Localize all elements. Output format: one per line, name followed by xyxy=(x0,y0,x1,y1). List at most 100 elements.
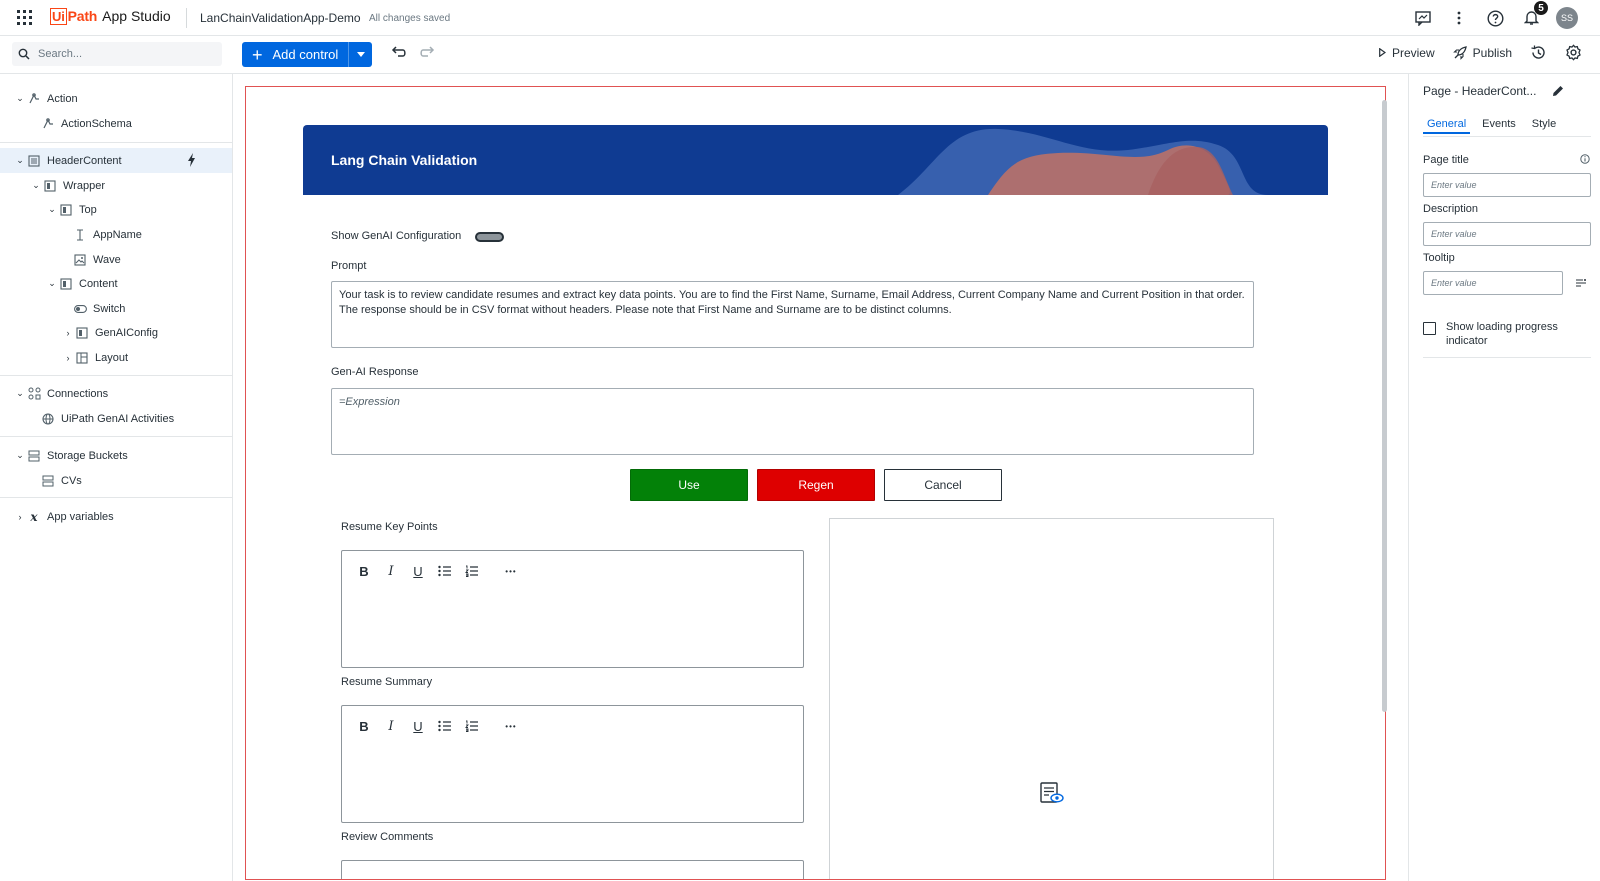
page-title-input[interactable] xyxy=(1423,173,1591,197)
show-loading-checkbox[interactable]: Show loading progress indicator xyxy=(1423,320,1600,348)
user-avatar[interactable]: SS xyxy=(1556,7,1578,29)
save-status: All changes saved xyxy=(369,13,451,24)
notification-badge: 5 xyxy=(1534,1,1548,15)
tree-item-app-variables[interactable]: › x App variables xyxy=(0,504,232,529)
search-icon xyxy=(18,48,30,60)
genai-response-textarea[interactable]: =Expression xyxy=(331,388,1254,455)
image-icon xyxy=(73,253,87,267)
header-banner[interactable]: Lang Chain Validation xyxy=(303,125,1328,195)
chevron-down-icon[interactable]: ⌄ xyxy=(15,93,25,104)
feedback-icon[interactable] xyxy=(1412,6,1434,30)
tab-style[interactable]: Style xyxy=(1528,118,1560,134)
description-input[interactable] xyxy=(1423,222,1591,246)
chevron-down-icon[interactable]: ⌄ xyxy=(15,155,25,166)
tree-item-action[interactable]: ⌄ Action xyxy=(0,86,232,111)
use-button[interactable]: Use xyxy=(630,469,748,501)
bullet-list-icon[interactable] xyxy=(437,718,453,734)
tooltip-input[interactable] xyxy=(1423,271,1563,295)
tab-general[interactable]: General xyxy=(1423,118,1471,134)
resume-summary-editor[interactable]: B I U ••• xyxy=(341,705,804,823)
preview-button[interactable]: Preview xyxy=(1379,46,1435,60)
top-bar: Ui Path App Studio LanChainValidationApp-… xyxy=(0,0,1600,36)
more-options-icon[interactable]: ••• xyxy=(503,563,519,579)
redo-icon[interactable] xyxy=(419,46,436,58)
design-canvas[interactable]: Lang Chain Validation Show GenAI Configu… xyxy=(245,86,1386,880)
tree-item-header-content[interactable]: ⌄ HeaderContent xyxy=(0,148,232,173)
search-input[interactable] xyxy=(38,48,198,60)
document-viewer[interactable] xyxy=(829,518,1274,879)
more-options-icon[interactable]: ••• xyxy=(503,718,519,734)
add-control-dropdown[interactable] xyxy=(348,42,373,67)
tree-label: Action xyxy=(47,92,78,105)
canvas-scrollbar[interactable] xyxy=(1382,100,1387,712)
more-vertical-icon[interactable] xyxy=(1448,6,1470,30)
checkbox[interactable] xyxy=(1423,322,1436,335)
numbered-list-icon[interactable] xyxy=(464,563,480,579)
bold-icon[interactable]: B xyxy=(356,563,372,579)
tree-item-layout[interactable]: › Layout xyxy=(0,345,232,370)
add-control-button[interactable]: + Add control xyxy=(242,42,349,67)
bold-icon[interactable]: B xyxy=(356,718,372,734)
tree-item-top[interactable]: ⌄ Top xyxy=(0,197,232,222)
resume-key-points-editor[interactable]: B I U ••• xyxy=(341,550,804,668)
numbered-list-icon[interactable] xyxy=(464,718,480,734)
regen-button[interactable]: Regen xyxy=(757,469,875,501)
tree-item-content[interactable]: ⌄ Content xyxy=(0,271,232,296)
caret-down-icon xyxy=(356,52,365,57)
tree-item-cvs[interactable]: CVs xyxy=(0,468,232,493)
italic-icon[interactable]: I xyxy=(383,718,399,734)
notifications-icon[interactable]: 5 xyxy=(1520,1,1548,30)
chevron-down-icon[interactable]: ⌄ xyxy=(31,180,41,191)
italic-icon[interactable]: I xyxy=(383,563,399,579)
container-icon xyxy=(59,203,73,217)
chevron-right-icon[interactable]: › xyxy=(63,328,73,338)
bullet-list-icon[interactable] xyxy=(437,563,453,579)
cancel-button[interactable]: Cancel xyxy=(884,469,1002,501)
tree-item-action-schema[interactable]: ActionSchema xyxy=(0,111,232,136)
tab-events[interactable]: Events xyxy=(1478,118,1520,134)
tree-item-app-name[interactable]: AppName xyxy=(0,222,232,247)
document-preview-icon xyxy=(1040,782,1064,803)
settings-gear-icon[interactable] xyxy=(1565,44,1582,61)
info-icon[interactable] xyxy=(1580,154,1590,164)
tree-label: HeaderContent xyxy=(47,154,122,167)
underline-icon[interactable]: U xyxy=(410,563,426,579)
chevron-down-icon[interactable]: ⌄ xyxy=(15,450,25,461)
variable-x-icon: x xyxy=(30,509,38,524)
review-comments-editor[interactable] xyxy=(341,860,804,879)
chevron-down-icon[interactable]: ⌄ xyxy=(47,204,57,215)
tree-item-connections[interactable]: ⌄ Connections xyxy=(0,381,232,406)
project-name[interactable]: LanChainValidationApp-Demo xyxy=(200,11,361,25)
tree-item-storage-buckets[interactable]: ⌄ Storage Buckets xyxy=(0,443,232,468)
show-genai-config-switch[interactable] xyxy=(475,232,504,242)
prompt-textarea[interactable]: Your task is to review candidate resumes… xyxy=(331,281,1254,348)
tree-item-wrapper[interactable]: ⌄ Wrapper xyxy=(0,173,232,198)
publish-button[interactable]: Publish xyxy=(1452,46,1512,60)
tree-item-wave[interactable]: Wave xyxy=(0,247,232,272)
version-history-icon[interactable] xyxy=(1530,44,1547,61)
chevron-down-icon[interactable]: ⌄ xyxy=(15,388,25,399)
edit-pencil-icon[interactable] xyxy=(1552,85,1564,97)
tree-label: AppName xyxy=(93,228,142,241)
chevron-right-icon[interactable]: › xyxy=(15,512,25,522)
chevron-down-icon[interactable]: ⌄ xyxy=(47,278,57,289)
undo-icon[interactable] xyxy=(390,46,407,58)
tree-divider xyxy=(0,375,232,376)
apps-grid-icon[interactable] xyxy=(17,10,32,25)
chevron-right-icon[interactable]: › xyxy=(63,353,73,363)
resume-key-points-label: Resume Key Points xyxy=(341,521,438,533)
properties-panel: Page - HeaderCont... General Events Styl… xyxy=(1408,74,1600,881)
text-cursor-icon xyxy=(73,228,87,242)
tree-item-genai-activities[interactable]: UiPath GenAI Activities xyxy=(0,406,232,431)
tree-item-genai-config[interactable]: › GenAIConfig xyxy=(0,320,232,345)
preview-label: Preview xyxy=(1391,45,1435,60)
show-loading-label: Show loading progress indicator xyxy=(1446,321,1558,347)
show-genai-config-label: Show GenAI Configuration xyxy=(331,230,462,242)
expression-editor-icon[interactable] xyxy=(1575,278,1587,288)
tree-item-switch[interactable]: Switch xyxy=(0,296,232,321)
description-label: Description xyxy=(1423,203,1479,215)
tree-label: App variables xyxy=(47,510,114,523)
lightning-bolt-icon[interactable] xyxy=(187,153,196,167)
underline-icon[interactable]: U xyxy=(410,718,426,734)
help-icon[interactable] xyxy=(1484,6,1506,30)
